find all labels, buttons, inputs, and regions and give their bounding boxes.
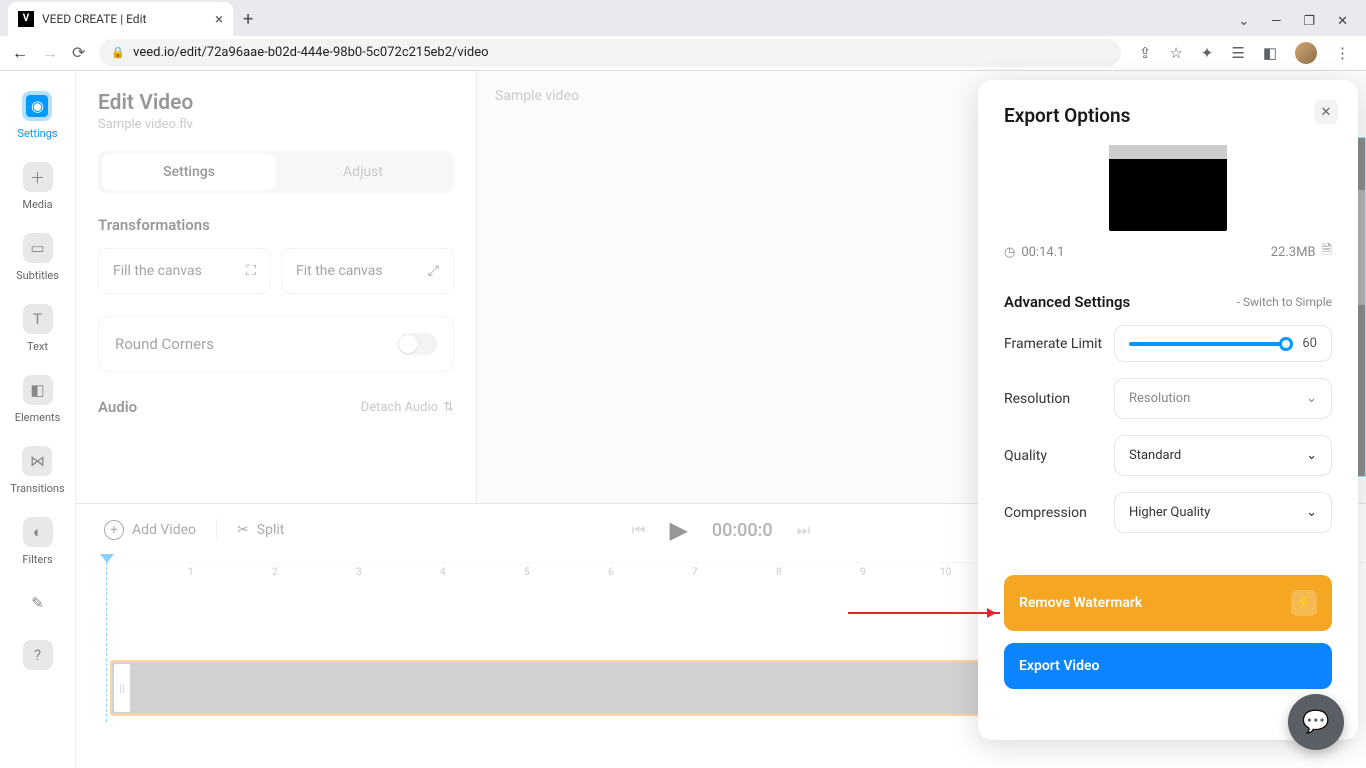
profile-avatar[interactable] [1295, 42, 1317, 64]
chevron-down-icon: ⌄ [1306, 391, 1317, 406]
reload-icon[interactable]: ⟳ [72, 43, 85, 62]
tab-title: VEED CREATE | Edit [42, 12, 146, 26]
ring-icon: ◉ [22, 91, 52, 121]
skip-back-icon[interactable]: ⏮ [632, 521, 646, 539]
annotation-arrow [848, 612, 1000, 614]
file-icon: 🗎 [1322, 241, 1332, 263]
nav-help[interactable]: ? [23, 640, 53, 670]
favicon: V [18, 11, 34, 27]
scissors-icon: ✂ [237, 522, 249, 538]
compression-select[interactable]: Higher Quality⌄ [1114, 492, 1332, 533]
nav-filters[interactable]: ◐Filters [22, 517, 52, 566]
text-icon: T [23, 304, 53, 334]
transitions-icon: ⋈ [22, 446, 52, 476]
help-icon: ? [23, 640, 53, 670]
export-duration: 00:14.1 [1021, 245, 1064, 260]
playhead[interactable] [106, 562, 107, 722]
browser-chrome: V VEED CREATE | Edit × + ⌄ — ❐ ✕ ← → ⟳ 🔒… [0, 0, 1366, 71]
section-transformations: Transformations [98, 216, 454, 234]
tab-adjust[interactable]: Adjust [276, 154, 450, 190]
fill-canvas-button[interactable]: Fill the canvas⛶ [98, 248, 271, 294]
share-icon[interactable]: ⇪ [1139, 44, 1152, 62]
subtitles-icon: ▭ [23, 233, 53, 263]
round-corners-card: Round Corners [98, 316, 454, 372]
browser-tab[interactable]: V VEED CREATE | Edit × [8, 2, 233, 36]
filters-icon: ◐ [23, 517, 53, 547]
skip-forward-icon[interactable]: ⏭ [797, 521, 811, 539]
framerate-slider[interactable]: 60 [1114, 325, 1332, 362]
reading-list-icon[interactable]: ☰ [1231, 44, 1244, 62]
detach-icon: ⇅ [443, 400, 454, 415]
url-text: veed.io/edit/72a96aae-b02d-444e-98b0-5c0… [133, 45, 488, 60]
address-bar[interactable]: 🔒 veed.io/edit/72a96aae-b02d-444e-98b0-5… [99, 39, 1120, 67]
forward-icon[interactable]: → [42, 43, 58, 63]
close-tab-icon[interactable]: × [215, 10, 223, 28]
split-button[interactable]: ✂Split [237, 522, 284, 538]
playback-time: 00:00:0 [712, 520, 773, 541]
lock-icon: 🔒 [111, 46, 125, 59]
chat-bubble-button[interactable]: 💬 [1288, 694, 1344, 750]
round-corners-label: Round Corners [115, 335, 214, 353]
fit-icon: ⤢ [428, 263, 439, 279]
advanced-settings-title: Advanced Settings [1004, 293, 1130, 311]
clip-trim-handle[interactable]: || [114, 664, 130, 712]
panel-title: Edit Video [98, 91, 454, 115]
window-controls: ⌄ — ❐ ✕ [1238, 8, 1366, 36]
add-video-button[interactable]: +Add Video [104, 520, 196, 540]
nav-elements[interactable]: ◧Elements [15, 375, 61, 424]
plus-circle-icon: + [104, 520, 124, 540]
remove-watermark-button[interactable]: Remove Watermark ⚡ [1004, 575, 1332, 631]
section-audio: Audio [98, 398, 137, 416]
quality-select[interactable]: Standard⌄ [1114, 435, 1332, 476]
minimize-icon[interactable]: — [1271, 14, 1281, 29]
resolution-select[interactable]: Resolution⌄ [1114, 378, 1332, 419]
compression-label: Compression [1004, 505, 1087, 521]
pencil-icon: ✎ [23, 588, 53, 618]
new-tab-button[interactable]: + [233, 3, 263, 36]
expand-icon: ⛶ [246, 263, 256, 279]
export-video-button[interactable]: Export Video [1004, 643, 1332, 689]
detach-audio-link[interactable]: Detach Audio⇅ [361, 400, 454, 415]
chevron-down-icon: ⌄ [1306, 448, 1317, 463]
framerate-value: 60 [1302, 336, 1317, 351]
play-icon[interactable]: ▶ [669, 516, 687, 544]
resolution-label: Resolution [1004, 391, 1070, 407]
bolt-icon: ⚡ [1291, 590, 1317, 616]
canvas-title: Sample video [495, 88, 579, 104]
extensions-icon[interactable]: ✦ [1201, 44, 1214, 62]
chevron-down-icon[interactable]: ⌄ [1238, 14, 1249, 29]
tab-settings[interactable]: Settings [102, 154, 276, 190]
nav-draw[interactable]: ✎ [23, 588, 53, 618]
panel-tabs: Settings Adjust [98, 150, 454, 194]
close-export-button[interactable]: ✕ [1314, 100, 1338, 124]
nav-text[interactable]: TText [23, 304, 53, 353]
menu-icon[interactable]: ⋮ [1335, 44, 1350, 62]
export-panel: Export Options ✕ ◷ 00:14.1 22.3MB 🗎 Advanc… [978, 80, 1358, 740]
panel-subtitle: Sample video.flv [98, 117, 454, 132]
elements-icon: ◧ [23, 375, 53, 405]
nav-settings[interactable]: ◉Settings [17, 91, 57, 140]
export-title: Export Options [1004, 104, 1332, 127]
quality-label: Quality [1004, 448, 1047, 464]
left-nav: ◉Settings ＋Media ▭Subtitles TText ◧Eleme… [0, 71, 76, 768]
framerate-label: Framerate Limit [1004, 336, 1102, 352]
nav-media[interactable]: ＋Media [22, 162, 52, 211]
star-icon[interactable]: ☆ [1169, 44, 1182, 62]
maximize-icon[interactable]: ❐ [1303, 14, 1315, 29]
clock-icon: ◷ [1004, 245, 1015, 260]
round-corners-toggle[interactable] [397, 333, 437, 355]
export-preview [1109, 145, 1227, 231]
chevron-down-icon: ⌄ [1306, 505, 1317, 520]
back-icon[interactable]: ← [12, 43, 28, 63]
fit-canvas-button[interactable]: Fit the canvas⤢ [281, 248, 454, 294]
export-filesize: 22.3MB [1271, 245, 1316, 260]
close-window-icon[interactable]: ✕ [1337, 14, 1348, 29]
plus-icon: ＋ [23, 162, 53, 192]
nav-subtitles[interactable]: ▭Subtitles [16, 233, 59, 282]
side-panel-icon[interactable]: ◧ [1263, 44, 1277, 62]
switch-simple-link[interactable]: - Switch to Simple [1237, 295, 1332, 309]
nav-transitions[interactable]: ⋈Transitions [10, 446, 64, 495]
